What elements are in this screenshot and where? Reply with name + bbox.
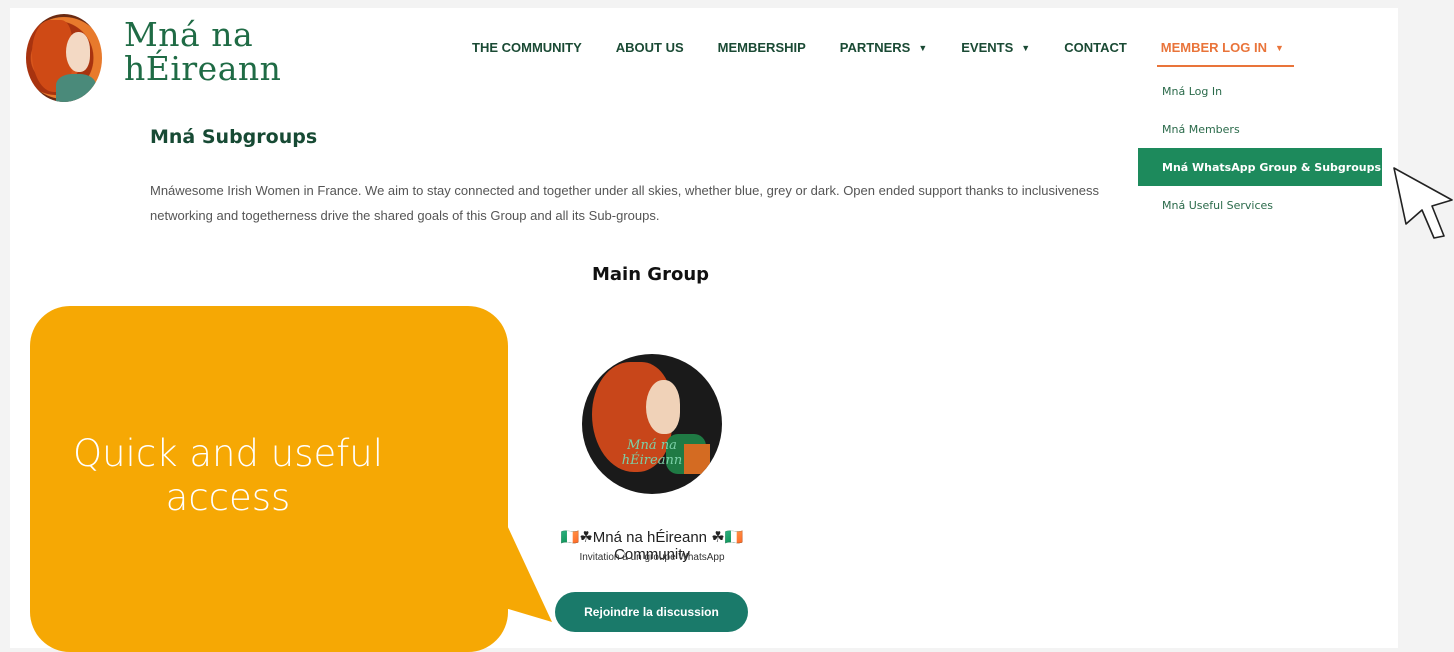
nav-membership[interactable]: MEMBERSHIP [718,40,806,55]
member-dropdown-menu: Mná Log In Mná Members Mná WhatsApp Grou… [1138,72,1382,224]
nav-partners[interactable]: PARTNERS ▼ [840,40,927,55]
dropdown-item-members[interactable]: Mná Members [1138,110,1382,148]
nav-label: PARTNERS [839,40,911,55]
nav-the-community[interactable]: THE COMMUNITY [472,40,582,55]
nav-events[interactable]: EVENTS ▼ [961,40,1030,55]
main-group-heading: Main Group [592,264,710,285]
logo-body [56,74,96,102]
main-nav: THE COMMUNITY ABOUT US MEMBERSHIP PARTNE… [472,40,1318,55]
logo-text[interactable]: Mná na hÉireann [124,18,281,86]
invite-text: Invitation à un groupe WhatsApp [579,552,725,563]
logo-image[interactable] [26,14,102,102]
logo-face [66,32,90,72]
callout-line-1: Quick and useful [72,432,383,475]
mouse-pointer-icon [1393,167,1453,239]
nav-label: THE COMMUNITY [472,40,582,55]
avatar-caption-line-2: hÉireann [621,453,683,468]
dropdown-item-useful-services[interactable]: Mná Useful Services [1138,186,1382,224]
avatar-caption: Mná na hÉireann [582,438,722,468]
logo-line-2: hÉireann [124,49,282,88]
nav-member-log-in[interactable]: MEMBER LOG IN ▼ [1161,40,1284,55]
avatar-face [646,380,680,434]
page-title: Mná Subgroups [150,126,318,148]
nav-label: CONTACT [1064,40,1127,55]
active-nav-underline [1157,65,1294,67]
avatar-caption-line-1: Mná na [627,438,677,453]
dropdown-item-log-in[interactable]: Mná Log In [1138,72,1382,110]
logo-line-1: Mná na [124,15,254,54]
nav-label: ABOUT US [615,40,684,55]
join-discussion-button[interactable]: Rejoindre la discussion [555,592,748,632]
callout-line-2: access [165,476,291,519]
caret-down-icon: ▼ [1021,42,1031,53]
caret-down-icon: ▼ [918,42,928,53]
dropdown-item-whatsapp-groups[interactable]: Mná WhatsApp Group & Subgroups [1138,148,1382,186]
group-avatar: Mná na hÉireann [582,354,722,494]
description-text: Mnáwesome Irish Women in France. We aim … [150,183,1100,223]
nav-contact[interactable]: CONTACT [1064,40,1127,55]
caret-down-icon: ▼ [1274,42,1284,53]
nav-label: EVENTS [961,40,1014,55]
callout-text: Quick and useful access [30,432,426,520]
nav-about-us[interactable]: ABOUT US [616,40,684,55]
nav-label: MEMBER LOG IN [1160,40,1267,55]
nav-label: MEMBERSHIP [717,40,806,55]
